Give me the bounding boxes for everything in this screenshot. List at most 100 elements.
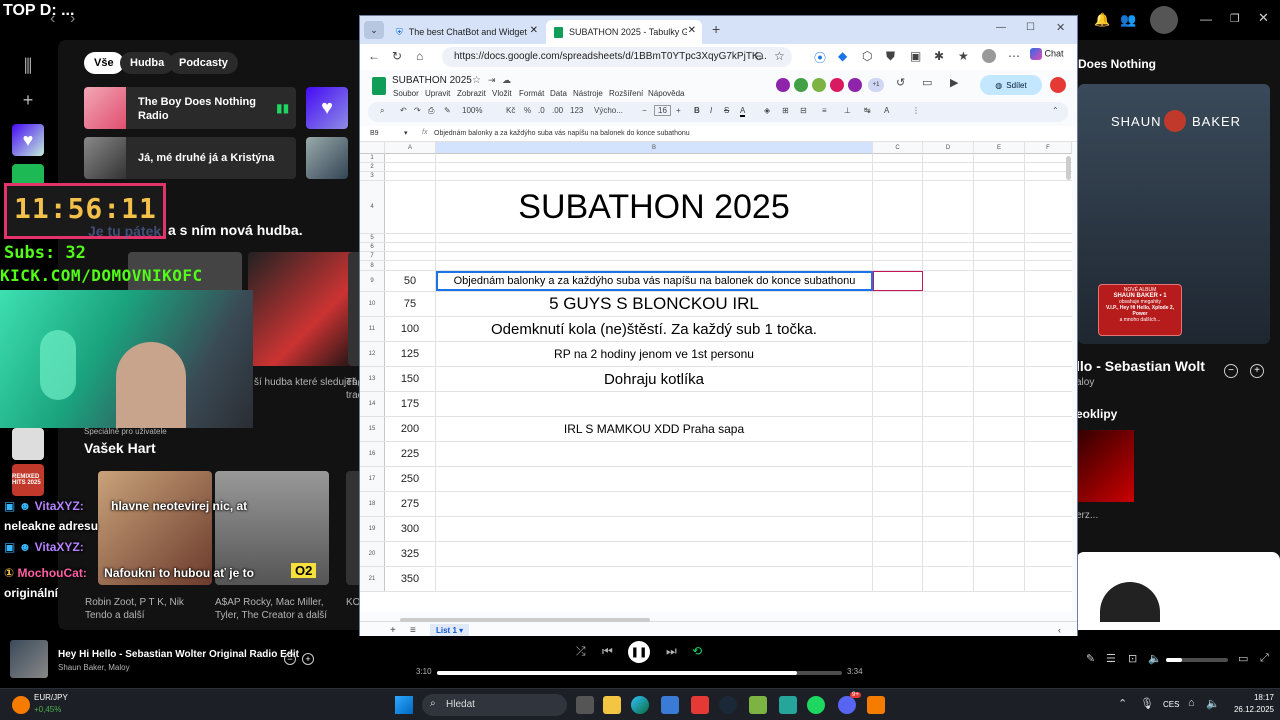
cell[interactable] [923,243,974,251]
cell-reward[interactable] [436,517,873,541]
table-row[interactable]: 12 125 RP na 2 hodiny jenom ve 1st personu [360,342,1072,367]
cell[interactable] [873,261,923,270]
cell[interactable] [873,271,923,291]
add-icon[interactable]: + [1250,364,1264,378]
extension-icon[interactable]: ⛊ [886,49,895,64]
merge-icon[interactable]: ⊟ [800,106,807,115]
cell[interactable] [974,154,1025,162]
cell[interactable] [923,342,974,366]
paint-format-icon[interactable]: ✎ [444,106,451,115]
now-playing-title[interactable]: llo - Sebastian Wolt [1076,358,1205,374]
cell[interactable] [873,392,923,416]
close-tab-icon[interactable]: ✕ [688,25,696,36]
row-header[interactable]: 14 [360,392,385,416]
taskbar-search-input[interactable]: ⌕ Hledat [422,694,567,716]
ticker-symbol[interactable]: EUR/JPY [34,693,68,702]
document-title[interactable]: SUBATHON 2025 [392,75,472,86]
column-header[interactable]: B [436,142,873,154]
row-header[interactable]: 19 [360,517,385,541]
valign-icon[interactable]: ⊥ [844,106,851,115]
cell[interactable] [923,163,974,171]
font-select[interactable]: Výcho... [594,106,623,115]
row-header[interactable]: 8 [360,261,385,270]
column-header[interactable]: F [1025,142,1072,154]
cell-subs-goal[interactable] [385,163,436,171]
cell[interactable] [873,567,923,591]
liked-songs-icon[interactable]: ♥ [12,124,44,156]
avatar[interactable] [1150,6,1178,34]
shuffle-icon[interactable]: ⤮ [576,644,586,659]
favorites-icon[interactable]: ★ [958,49,969,63]
cell-reward[interactable] [436,252,873,260]
cell-reward[interactable] [436,567,873,591]
move-icon[interactable]: ⇥ [488,75,496,86]
strikethrough-icon[interactable]: S [724,106,729,115]
font-size-minus-icon[interactable]: − [642,106,647,115]
now-playing-artist[interactable]: aloy [1076,377,1094,388]
cell[interactable] [923,181,974,233]
star-icon[interactable]: ☆ [472,75,481,86]
row-header[interactable]: 9 [360,271,385,291]
library-icon[interactable]: ⫼ [12,50,44,82]
microphone-icon[interactable]: 🎙 [1140,697,1154,710]
cloud-status-icon[interactable]: ☁ [502,75,511,86]
comment-icon[interactable]: ▭ [922,76,932,89]
app-icon[interactable] [691,696,709,714]
meet-icon[interactable]: ▶ [950,76,958,89]
pause-button[interactable]: ❚❚ [628,641,650,663]
next-icon[interactable]: ⏭ [666,644,677,659]
file-explorer-icon[interactable] [603,696,621,714]
cell[interactable] [974,271,1025,291]
now-playing-title[interactable]: Hey Hi Hello - Sebastian Wolter Original… [58,649,299,660]
cell[interactable] [873,492,923,516]
close-icon[interactable]: ✕ [1056,21,1065,34]
album-tile[interactable] [248,252,362,366]
increase-decimal-button[interactable]: .00 [552,106,563,115]
friends-icon[interactable]: 👥 [1120,12,1136,28]
spreadsheet-grid[interactable]: A B C D E F 1 2 3 4 SUBATHON 2025 5 6 7 8 9 50 Obje… [360,142,1072,612]
cell[interactable] [873,317,923,341]
cell[interactable] [974,442,1025,466]
vertical-scrollbar[interactable] [1066,156,1071,180]
row-header[interactable]: 5 [360,234,385,242]
cell[interactable] [923,467,974,491]
cell-reward[interactable] [436,542,873,566]
puzzle-icon[interactable]: ✱ [934,49,944,63]
cell[interactable] [873,163,923,171]
cell[interactable] [974,261,1025,270]
italic-icon[interactable]: I [710,106,712,115]
cell[interactable] [923,261,974,270]
cell[interactable] [923,417,974,441]
cell[interactable] [974,317,1025,341]
column-header[interactable]: E [974,142,1025,154]
select-all-corner[interactable] [360,142,385,154]
cell-reward[interactable]: 5 GUYS S BLONCKOU IRL [436,292,873,316]
close-icon[interactable]: ✕ [1258,10,1269,26]
tab-chatbot[interactable]: ⛨ The best ChatBot and Widgets for ✕ [388,20,544,44]
decrease-decimal-button[interactable]: .0 [538,106,545,115]
table-row[interactable]: 20 325 [360,542,1072,567]
miniplayer-icon[interactable]: ▭ [1238,652,1248,665]
cell[interactable] [873,292,923,316]
volume-icon[interactable]: 🔈 [1148,652,1162,665]
playlist-thumb[interactable] [306,137,348,179]
table-row[interactable]: 17 250 [360,467,1072,492]
cell[interactable] [923,252,974,260]
cell-reward[interactable]: Odemknutí kola (ne)štěstí. Za každý sub … [436,317,873,341]
app-icon[interactable] [867,696,885,714]
reload-icon[interactable]: ↻ [392,49,402,63]
lyrics-icon[interactable]: ✎ [1086,652,1095,665]
cell-subs-goal[interactable] [385,252,436,260]
cell-reward[interactable] [436,492,873,516]
font-size-plus-icon[interactable]: + [676,106,681,115]
cell-subs-goal[interactable]: 100 [385,317,436,341]
cell[interactable] [974,492,1025,516]
weather-widget-icon[interactable] [12,696,30,714]
cell-subs-goal[interactable]: 350 [385,567,436,591]
formula-input[interactable]: Objednám balonky a za každýho suba vás n… [434,130,690,137]
table-row[interactable]: 5 [360,234,1072,243]
cell-subs-goal[interactable]: 150 [385,367,436,391]
copilot-chat-button[interactable]: Chat [1030,48,1064,60]
artist-card[interactable] [1076,552,1280,630]
cell-subs-goal[interactable] [385,154,436,162]
